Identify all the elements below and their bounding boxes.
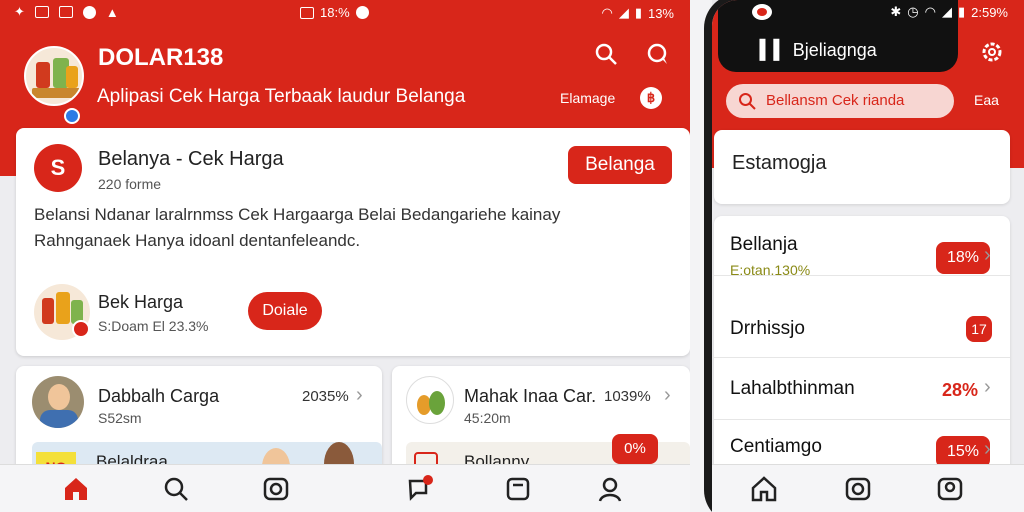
card-title: Belanya - Cek Harga bbox=[98, 148, 284, 170]
bars-icon: ▍▍ bbox=[760, 40, 788, 60]
search-input[interactable]: Bellansm Cek rianda bbox=[726, 84, 954, 118]
list-item[interactable]: Bellanja E:otan.130% 18% › bbox=[714, 216, 1010, 278]
search-link[interactable]: Eaa bbox=[974, 92, 999, 108]
card-description: Belansi Ndanar laralrnmss Cek Hargaarga … bbox=[34, 205, 561, 250]
battery-text: 2:59% bbox=[971, 4, 1008, 20]
card-meta: 220 forme bbox=[98, 176, 162, 192]
badge-icon bbox=[72, 320, 90, 338]
bottom-nav bbox=[712, 464, 1024, 512]
camera-icon[interactable] bbox=[262, 475, 290, 503]
status-center-text: 18:% bbox=[320, 5, 350, 20]
belanja-button[interactable]: Belanga bbox=[568, 146, 672, 184]
alarm-icon: ◷ bbox=[907, 4, 919, 19]
chat-icon[interactable] bbox=[406, 475, 434, 503]
category-title: Estamogja bbox=[732, 152, 827, 174]
category-card[interactable]: Estamogja bbox=[714, 130, 1010, 204]
chevron-right-icon[interactable]: › bbox=[664, 384, 671, 407]
search-icon[interactable] bbox=[594, 42, 618, 66]
home-icon[interactable] bbox=[750, 475, 778, 503]
discount-badge: 0% bbox=[612, 434, 658, 464]
wallet-icon[interactable] bbox=[504, 475, 532, 503]
status-right: ✱ ◷ ◠ ◢ ▮ 2:59% bbox=[890, 4, 1008, 20]
item-name: Bellanja bbox=[730, 234, 798, 255]
status-icons-left: ✦ ▲ bbox=[14, 4, 119, 20]
item-sub: E:otan.130% bbox=[730, 262, 811, 278]
image-icon bbox=[58, 6, 73, 18]
battery-icon: ▮ bbox=[634, 5, 642, 20]
status-bar: ✦ ▲ 18:% ◠ ◢ ▮ 13% bbox=[0, 0, 690, 26]
page-title-text: Bjeliagnga bbox=[792, 40, 877, 60]
app-icon bbox=[752, 4, 772, 20]
mail-icon bbox=[34, 6, 49, 18]
record-icon bbox=[355, 6, 369, 19]
percent-badge: 18% bbox=[936, 242, 990, 274]
main-card: S Belanya - Cek Harga 220 forme Belanga … bbox=[16, 128, 690, 356]
header-link[interactable]: Elamage bbox=[560, 90, 615, 106]
signal-icon: ◢ bbox=[618, 5, 629, 20]
count-badge: 17 bbox=[966, 316, 992, 342]
wifi-icon: ◠ bbox=[601, 5, 613, 20]
product-button[interactable]: Doiale bbox=[248, 292, 322, 330]
chat-icon[interactable] bbox=[646, 42, 670, 66]
status-center: 18:% bbox=[300, 5, 369, 20]
list-item[interactable]: Drrhissjo 17 bbox=[714, 298, 1010, 358]
user-icon[interactable] bbox=[596, 475, 624, 503]
avatar bbox=[406, 376, 454, 424]
item-name: Lahalbthinman bbox=[730, 378, 855, 399]
user-icon[interactable] bbox=[936, 475, 964, 503]
app-logo[interactable] bbox=[24, 46, 84, 106]
search-icon bbox=[739, 93, 756, 110]
signal-icon: ◢ bbox=[941, 4, 952, 19]
bluetooth-icon: ✱ bbox=[890, 4, 902, 19]
search-placeholder: Bellansm Cek rianda bbox=[766, 92, 905, 109]
item-percent: 28% bbox=[942, 380, 979, 400]
right-screen: ✱ ◷ ◠ ◢ ▮ 2:59% ▍▍ Bjeliagnga Bellansm C… bbox=[712, 0, 1024, 512]
gear-icon[interactable] bbox=[980, 40, 1004, 64]
wifi-icon: ◠ bbox=[924, 4, 936, 19]
small-card-meta: S52sm bbox=[98, 410, 142, 426]
search-icon[interactable] bbox=[162, 475, 190, 503]
diamond-icon: ✦ bbox=[14, 4, 25, 19]
page-title: ▍▍ Bjeliagnga bbox=[760, 40, 877, 61]
coin-icon[interactable]: ฿ bbox=[640, 87, 662, 109]
battery-text: 13% bbox=[647, 5, 674, 21]
chevron-right-icon[interactable]: › bbox=[984, 376, 991, 399]
app-title: DOLAR138 bbox=[98, 44, 224, 71]
list-item[interactable]: Lahalbthinman 28% › bbox=[714, 360, 1010, 420]
status-bar: ✱ ◷ ◠ ◢ ▮ 2:59% bbox=[712, 4, 1024, 24]
verified-icon bbox=[64, 108, 80, 124]
item-name: Centiamgo bbox=[730, 436, 822, 457]
battery-icon: ▮ bbox=[957, 4, 966, 19]
app-root: ✦ ▲ 18:% ◠ ◢ ▮ 13% DOLAR138 Aplipasi Cek… bbox=[0, 0, 1024, 512]
small-card-percent: 2035% bbox=[302, 388, 349, 405]
chevron-right-icon[interactable]: › bbox=[984, 244, 991, 267]
product-meta: S:Doam El 23.3% bbox=[98, 318, 209, 334]
shield-icon bbox=[82, 5, 96, 19]
brand-logo: S bbox=[34, 144, 82, 192]
chevron-right-icon[interactable]: › bbox=[984, 438, 991, 461]
small-card-title: Dabbalh Carga bbox=[98, 386, 220, 406]
item-name: Drrhissjo bbox=[730, 318, 805, 339]
bottom-nav bbox=[0, 464, 690, 512]
small-card-title: Mahak Inaa Car. bbox=[464, 386, 597, 406]
chevron-right-icon[interactable]: › bbox=[356, 384, 363, 407]
avatar bbox=[32, 376, 84, 428]
alert-icon: ▲ bbox=[105, 4, 119, 20]
image-icon bbox=[300, 6, 314, 19]
camera-icon[interactable] bbox=[844, 475, 872, 503]
small-card-percent: 1039% bbox=[604, 388, 651, 405]
app-subtitle: Aplipasi Cek Harga Terbaak laudur Belang… bbox=[97, 86, 466, 107]
home-icon[interactable] bbox=[62, 475, 90, 503]
product-name: Bek Harga bbox=[98, 292, 184, 312]
left-screen: ✦ ▲ 18:% ◠ ◢ ▮ 13% DOLAR138 Aplipasi Cek… bbox=[0, 0, 690, 512]
status-right: ◠ ◢ ▮ 13% bbox=[601, 5, 674, 21]
small-card-meta: 45:20m bbox=[464, 410, 511, 426]
